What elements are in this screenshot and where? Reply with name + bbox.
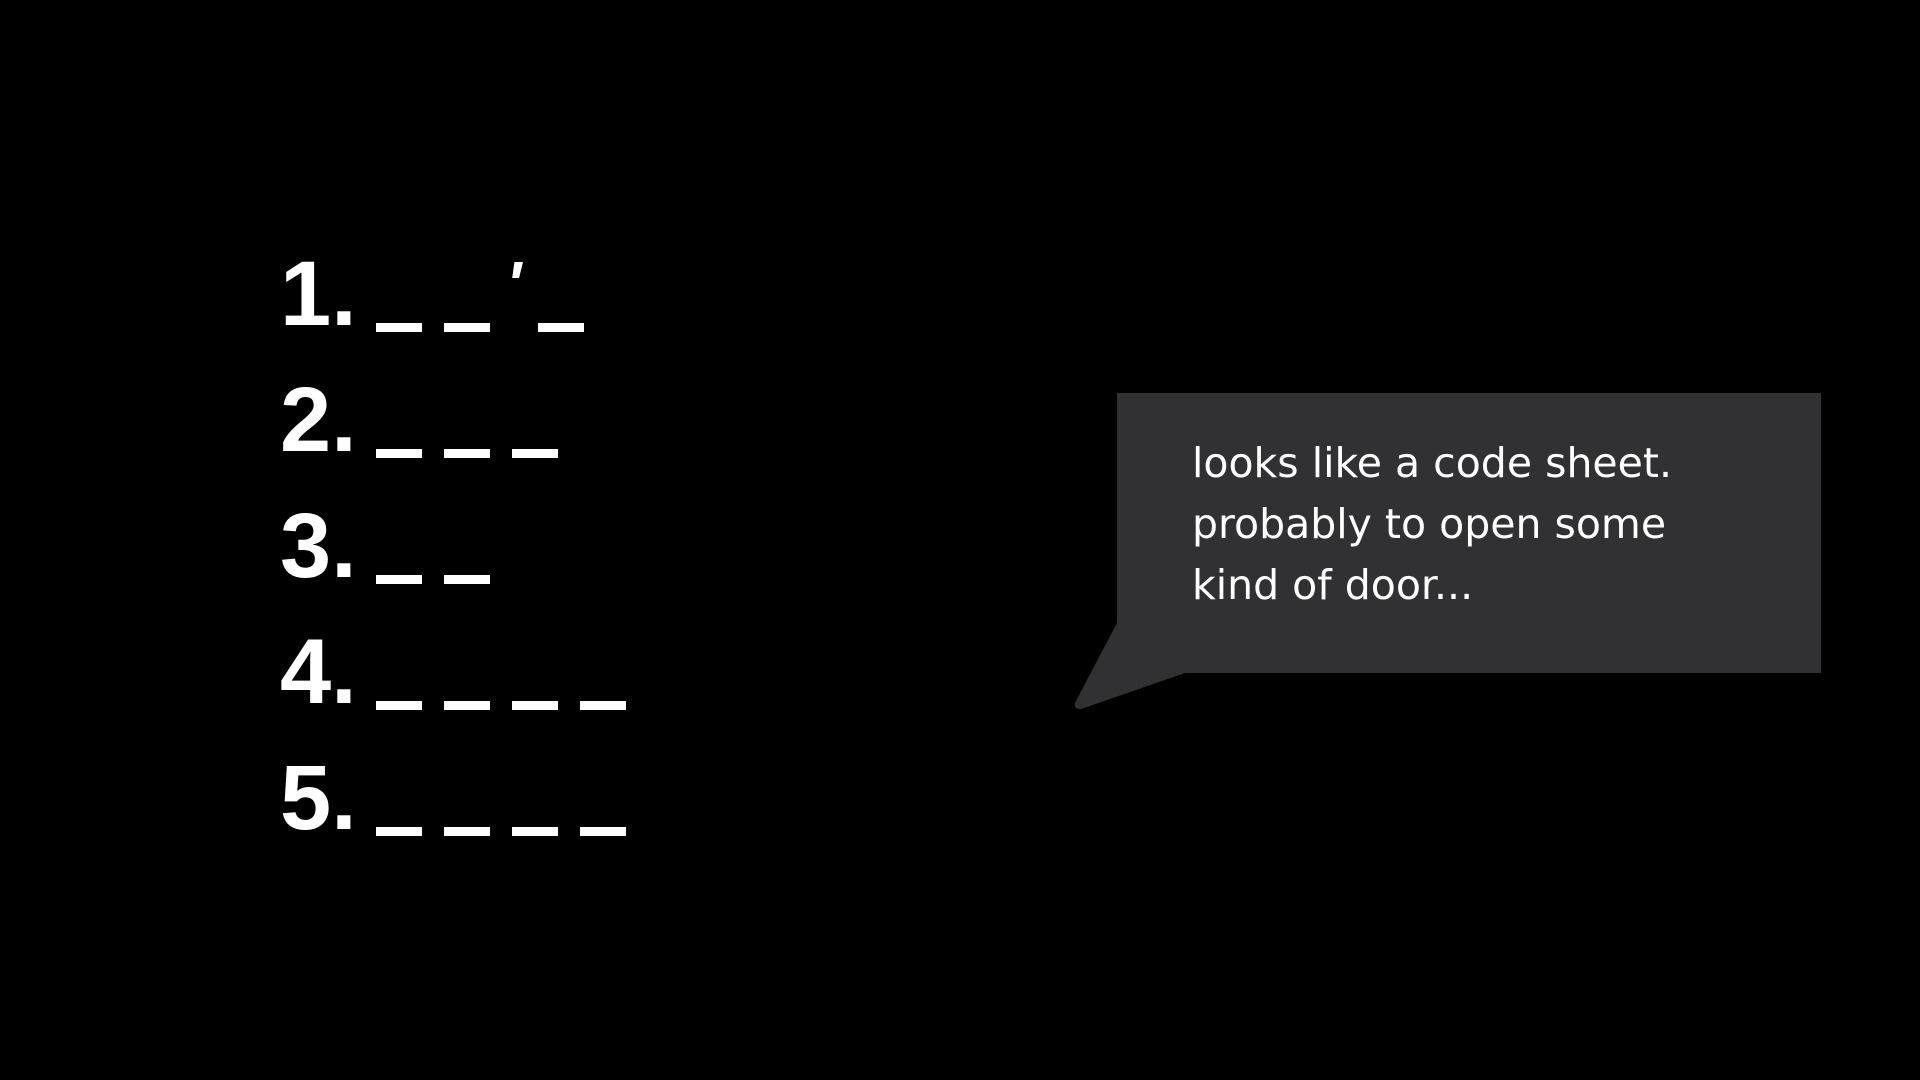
code-line-1: 1. ' bbox=[280, 226, 648, 352]
code-blanks bbox=[376, 701, 648, 710]
line-number: 1. bbox=[280, 243, 357, 345]
line-number: 2. bbox=[280, 369, 357, 471]
code-line-5: 5. bbox=[280, 730, 648, 856]
letter-blank bbox=[512, 449, 558, 458]
letter-blank bbox=[376, 323, 422, 332]
line-number: 4. bbox=[280, 621, 357, 723]
letter-blank bbox=[444, 701, 490, 710]
line-number: 5. bbox=[280, 747, 357, 849]
letter-blank bbox=[444, 827, 490, 836]
code-line-2: 2. bbox=[280, 352, 648, 478]
dialogue-line: kind of door... bbox=[1192, 561, 1474, 609]
code-blanks: ' bbox=[376, 252, 606, 332]
dialogue-line: looks like a code sheet. bbox=[1192, 439, 1672, 487]
letter-blank bbox=[444, 323, 490, 332]
line-number: 3. bbox=[280, 495, 357, 597]
letter-blank bbox=[376, 449, 422, 458]
dialogue-text: looks like a code sheet. probably to ope… bbox=[1192, 433, 1752, 616]
code-sheet: 1. ' 2. 3. 4. 5. bbox=[280, 226, 648, 856]
code-line-4: 4. bbox=[280, 604, 648, 730]
letter-blank bbox=[512, 827, 558, 836]
letter-blank bbox=[444, 449, 490, 458]
letter-blank bbox=[376, 575, 422, 584]
letter-blank bbox=[538, 323, 584, 332]
letter-blank bbox=[580, 701, 626, 710]
letter-blank bbox=[376, 701, 422, 710]
code-blanks bbox=[376, 827, 648, 836]
letter-blank bbox=[580, 827, 626, 836]
code-blanks bbox=[376, 449, 580, 458]
letter-blank bbox=[444, 575, 490, 584]
dialogue-line: probably to open some bbox=[1192, 500, 1667, 548]
apostrophe-mark: ' bbox=[506, 248, 522, 320]
code-blanks bbox=[376, 575, 512, 584]
speech-bubble[interactable]: looks like a code sheet. probably to ope… bbox=[1071, 393, 1821, 709]
letter-blank bbox=[512, 701, 558, 710]
letter-blank bbox=[376, 827, 422, 836]
code-line-3: 3. bbox=[280, 478, 648, 604]
game-scene: 1. ' 2. 3. 4. 5. looks like a code sheet… bbox=[0, 0, 1920, 1080]
